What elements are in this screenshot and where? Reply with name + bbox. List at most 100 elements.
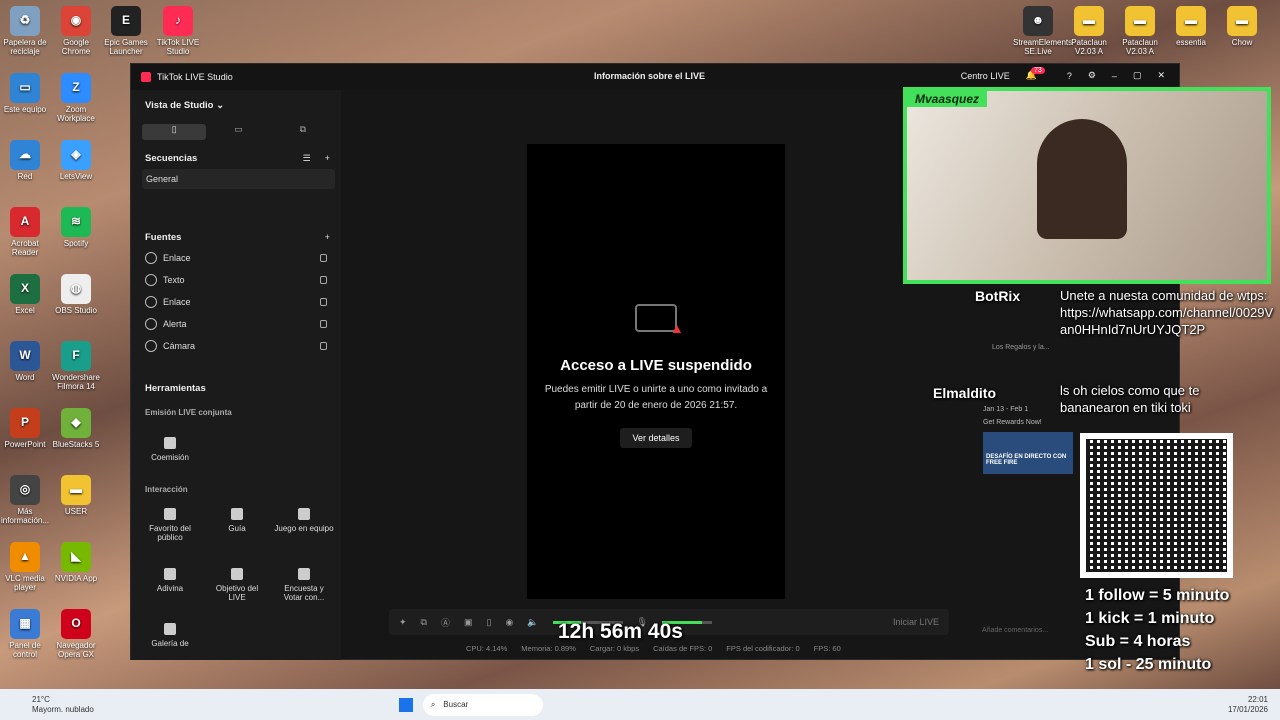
- gifts-label: Los Regalos y la...: [992, 344, 1050, 351]
- bell-icon[interactable]: 🔔73: [1026, 67, 1051, 81]
- source-item[interactable]: Enlace: [131, 247, 341, 269]
- landscape-tab[interactable]: ▭: [206, 124, 270, 140]
- layout-icon[interactable]: ⧉: [421, 617, 427, 628]
- promo-banner[interactable]: DESAFÍO EN DIRECTO CON FREE FIRE: [983, 432, 1073, 474]
- desktop-icon-c2-1[interactable]: Z Zoom Workplace: [51, 73, 101, 124]
- status-metric: Caídas de FPS: 0: [653, 644, 713, 653]
- desktop-icon-c2-2[interactable]: ◈ LetsView: [51, 140, 101, 182]
- desktop-icon-label: Google Chrome: [61, 38, 91, 56]
- desktop-icon-c1-8[interactable]: ▲ VLC media player: [0, 542, 50, 593]
- list-icon[interactable]: ☰: [303, 153, 311, 164]
- desktop-icon-c2-5[interactable]: F Wondershare Filmora 14: [51, 341, 101, 392]
- rule-line: Sub = 4 horas: [1085, 633, 1191, 650]
- minimize-icon[interactable]: –: [1112, 71, 1117, 81]
- app-icon: ▬: [61, 475, 91, 505]
- windows-start-icon[interactable]: [398, 697, 413, 712]
- desktop-icon-c1-1[interactable]: ▭ Este equipo: [0, 73, 50, 115]
- desktop-icon-label: essentia: [1176, 38, 1206, 47]
- desktop-icon-c1-5[interactable]: W Word: [0, 341, 50, 383]
- help-icon[interactable]: ?: [1067, 71, 1072, 81]
- app-icon: ◎: [10, 475, 40, 505]
- coemision-tile[interactable]: Coemisión: [140, 437, 200, 462]
- desktop-icon-c2-3[interactable]: ≋ Spotify: [51, 207, 101, 249]
- desktop-icon-c2-7[interactable]: ▬ USER: [51, 475, 101, 517]
- desktop-icon-c1-0[interactable]: ♻ Papelera de reciclaje: [0, 6, 50, 57]
- desktop-icon-c1-2[interactable]: ☁ Red: [0, 140, 50, 182]
- status-bar: CPU: 4.14% Memoria: 0.89% Cargar: 0 kbps Ca…: [466, 644, 841, 653]
- desktop-icon-c2-8[interactable]: ◣ NVIDIA App: [51, 542, 101, 584]
- start-live-button[interactable]: Iniciar LIVE: [893, 617, 939, 627]
- app-icon: X: [10, 274, 40, 304]
- sources-header: Fuentes +: [145, 232, 330, 243]
- source-item[interactable]: Texto: [131, 269, 341, 291]
- source-item[interactable]: Enlace: [131, 291, 341, 313]
- dual-tab[interactable]: ⧉: [271, 124, 335, 140]
- app-icon: ◉: [61, 6, 91, 36]
- interaction-tile[interactable]: Adivina: [140, 568, 200, 593]
- desktop-icon-c2-0[interactable]: ◉ Google Chrome: [51, 6, 101, 57]
- app-icon: A: [10, 207, 40, 237]
- ai-icon[interactable]: Ⓐ: [441, 616, 450, 629]
- portrait-tab[interactable]: ▯: [142, 124, 207, 140]
- desktop-icon-top-0[interactable]: E Epic Games Launcher: [101, 6, 151, 57]
- interaction-tile[interactable]: Galería de: [140, 623, 200, 648]
- interaction-tile[interactable]: Favorito del público: [140, 508, 200, 542]
- status-metric: Cargar: 0 kbps: [589, 644, 640, 653]
- lock-icon[interactable]: [320, 320, 327, 328]
- desktop-icon-c1-6[interactable]: P PowerPoint: [0, 408, 50, 450]
- app-icon: ▭: [10, 73, 40, 103]
- close-icon[interactable]: ✕: [1157, 70, 1165, 81]
- desktop-icon-c1-7[interactable]: ◎ Más información...: [0, 475, 50, 526]
- desktop-icon-c1-9[interactable]: ▦ Panel de control: [0, 609, 50, 660]
- desktop-icon-r-4[interactable]: ▬ Chow: [1217, 6, 1267, 48]
- maximize-icon[interactable]: ▢: [1133, 70, 1142, 81]
- lock-icon[interactable]: [320, 276, 327, 284]
- add-sequence-icon[interactable]: +: [325, 153, 330, 164]
- magic-icon[interactable]: ✦: [399, 617, 407, 628]
- search-box[interactable]: ⌕ Buscar: [422, 693, 543, 716]
- desktop-icon-r-3[interactable]: ▬ essentia: [1166, 6, 1216, 48]
- source-item[interactable]: Alerta: [131, 313, 341, 335]
- studio-view-dropdown[interactable]: Vista de Studio ⌄: [145, 100, 224, 111]
- settings-icon[interactable]: ⚙: [1088, 70, 1096, 81]
- speaker-icon[interactable]: 🔈: [527, 617, 538, 628]
- centro-live-button[interactable]: Centro LIVE: [961, 71, 1010, 81]
- live-info-title[interactable]: Información sobre el LIVE: [594, 71, 705, 81]
- source-item[interactable]: Cámara: [131, 335, 341, 357]
- phone-icon[interactable]: ▯: [487, 617, 492, 628]
- desktop-icon-top-1[interactable]: ♪ TikTok LIVE Studio: [153, 6, 203, 57]
- interaction-tile[interactable]: Encuesta y Votar con...: [274, 568, 334, 602]
- interaction-tile[interactable]: Objetivo del LIVE: [207, 568, 267, 602]
- desktop-icon-c2-6[interactable]: ◆ BlueStacks 5: [51, 408, 101, 450]
- interaction-tile[interactable]: Guía: [207, 508, 267, 533]
- source-type-icon: [145, 340, 157, 352]
- interaction-tile[interactable]: Juego en equipo: [274, 508, 334, 533]
- comment-input[interactable]: Añade comentarios...: [982, 627, 1048, 634]
- desktop-icon-r-0[interactable]: ☻ StreamElements SE.Live: [1013, 6, 1073, 57]
- desktop-icon-r-2[interactable]: ▬ Pataclaun V2.03 A: [1115, 6, 1165, 57]
- add-source-icon[interactable]: +: [325, 232, 330, 243]
- lock-icon[interactable]: [320, 298, 327, 306]
- lock-icon[interactable]: [320, 342, 327, 350]
- weather-widget[interactable]: 21°C Mayorm. nublado: [32, 695, 94, 714]
- tile-icon: [298, 568, 310, 580]
- chat-user-1: BotRix: [975, 288, 1021, 304]
- desktop-icon-label: BlueStacks 5: [52, 440, 100, 449]
- record-icon[interactable]: ◉: [505, 617, 513, 628]
- rewards-cta[interactable]: Get Rewards Now!: [983, 419, 1073, 426]
- desktop-icon-label: StreamElements SE.Live: [1013, 38, 1073, 56]
- desktop-icon-c2-4[interactable]: ◍ OBS Studio: [51, 274, 101, 316]
- lock-icon[interactable]: [320, 254, 327, 262]
- clock[interactable]: 22:01 17/01/2026: [1228, 695, 1268, 714]
- desktop-icon-c1-4[interactable]: X Excel: [0, 274, 50, 316]
- view-details-button[interactable]: Ver detalles: [620, 428, 692, 448]
- desktop-icon-r-1[interactable]: ▬ Pataclaun V2.03 A: [1064, 6, 1114, 57]
- source-label: Enlace: [163, 297, 191, 307]
- desktop-icon-c1-3[interactable]: A Acrobat Reader: [0, 207, 50, 258]
- desktop-icon-c2-9[interactable]: O Navegador Opera GX: [51, 609, 101, 660]
- tile-label: Encuesta y Votar con...: [283, 584, 325, 602]
- app-icon: ▦: [10, 609, 40, 639]
- sequence-item-general[interactable]: General: [142, 169, 335, 189]
- timer-overlay: 12h 56m 40s: [558, 620, 683, 643]
- screen-icon[interactable]: ▣: [464, 617, 473, 628]
